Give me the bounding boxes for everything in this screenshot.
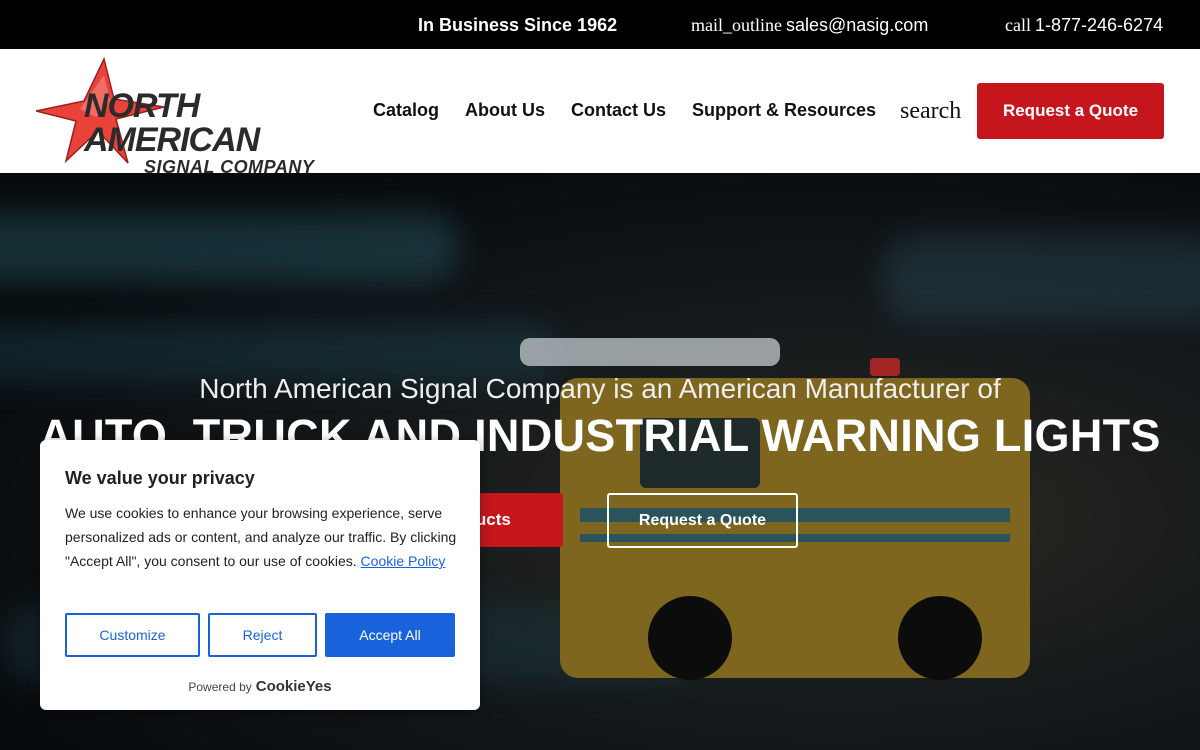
company-logo[interactable]: NORTH AMERICAN SIGNAL COMPANY (36, 57, 348, 177)
phone-link[interactable]: call 1-877-246-6274 (1005, 15, 1163, 36)
cookieyes-logo[interactable]: CookieYes (256, 678, 332, 695)
cookie-title: We value your privacy (65, 468, 255, 488)
customize-button[interactable]: Customize (65, 613, 200, 657)
site-header: NORTH AMERICAN SIGNAL COMPANY Catalog Ab… (0, 49, 1200, 177)
cookie-policy-link[interactable]: Cookie Policy (361, 553, 446, 569)
powered-by: Powered by CookieYes (40, 678, 480, 695)
hero-subtitle: North American Signal Company is an Amer… (199, 373, 1001, 404)
top-bar: In Business Since 1962 mail_outline sales… (0, 0, 1200, 49)
cookie-consent-banner: We value your privacy We use cookies to … (40, 440, 480, 710)
nav-contact-us[interactable]: Contact Us (571, 100, 666, 121)
nav-about-us[interactable]: About Us (465, 100, 545, 121)
accept-all-button[interactable]: Accept All (325, 613, 455, 657)
mail-icon: mail_outline (691, 15, 782, 35)
reject-button[interactable]: Reject (208, 613, 317, 657)
search-icon[interactable]: search (900, 98, 961, 125)
logo-wordmark: NORTH AMERICAN SIGNAL COMPANY (84, 89, 348, 177)
cookie-description: We use cookies to enhance your browsing … (65, 501, 460, 573)
email-text: sales@nasig.com (785, 15, 929, 35)
email-link[interactable]: mail_outline sales@nasig.com (691, 15, 928, 36)
request-quote-button[interactable]: Request a Quote (977, 83, 1164, 139)
phone-icon: call (1005, 15, 1031, 35)
nav-catalog[interactable]: Catalog (373, 100, 439, 121)
nav-support-resources[interactable]: Support & Resources (692, 100, 876, 121)
powered-by-text: Powered by (188, 680, 252, 694)
logo-line-1: NORTH AMERICAN (84, 87, 260, 159)
business-since-text: In Business Since 1962 (418, 15, 618, 35)
hero-request-quote-button[interactable]: Request a Quote (607, 493, 798, 548)
phone-text: 1-877-246-6274 (1034, 15, 1164, 35)
